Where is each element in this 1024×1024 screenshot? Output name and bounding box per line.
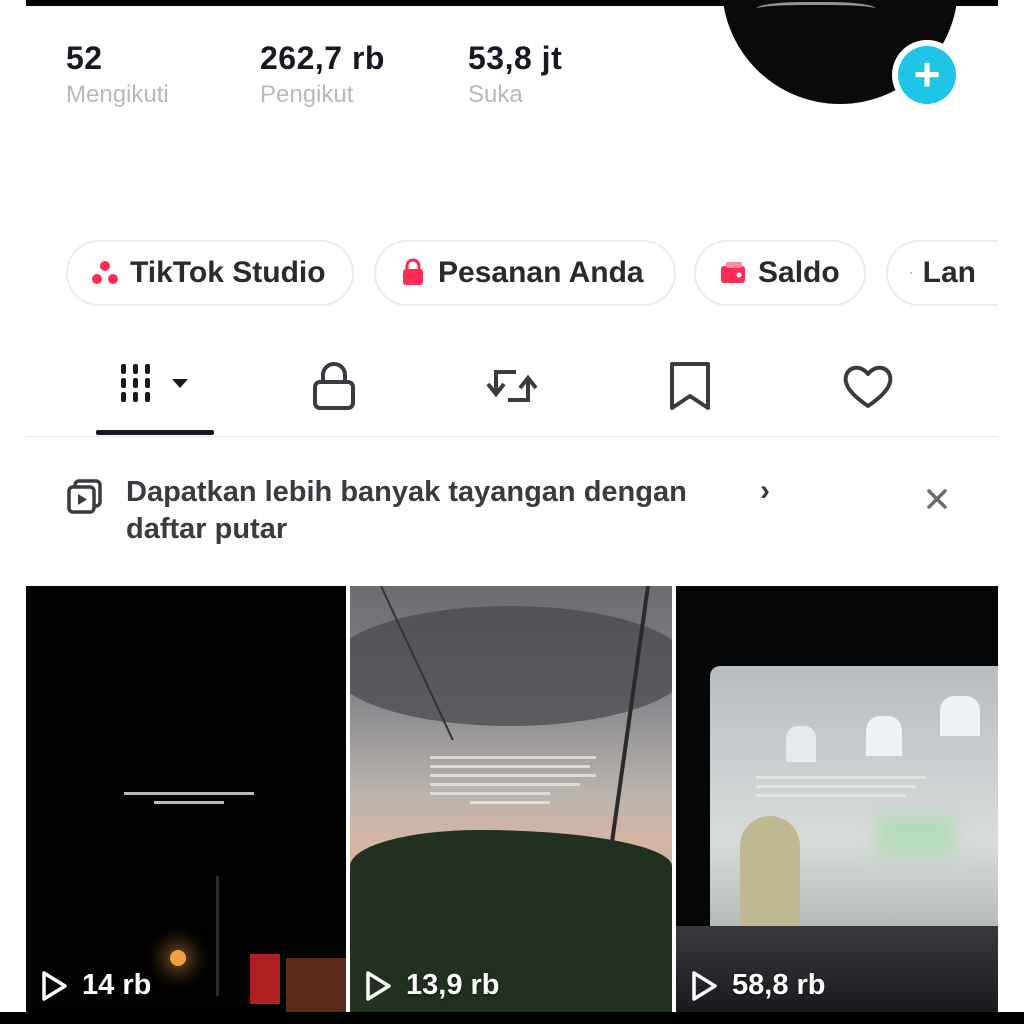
likes-stat[interactable]: 53,8 jt Suka [468,40,562,109]
active-tab-indicator [96,430,214,435]
light-pole [216,876,219,996]
green-light [876,816,956,856]
following-label: Mengikuti [66,81,169,108]
video-thumbnail-2[interactable]: 13,9 rb [350,586,672,1012]
video-1-caption-overlay [124,792,254,810]
heart-icon [843,365,893,408]
video-1-view-count: 14 rb [82,969,152,1001]
add-story-button[interactable]: + [892,40,962,110]
following-count: 52 [66,40,103,76]
playlist-banner-text[interactable]: Dapatkan lebih banyak tayangan dengan da… [126,474,766,548]
tiktok-studio-icon [92,261,118,284]
repost-icon [486,370,538,402]
your-orders-button[interactable]: Pesanan Anda [374,240,676,306]
avatar-artwork [756,2,876,19]
balance-button[interactable]: Saldo [694,240,866,306]
followers-count: 262,7 rb [260,40,385,76]
shopping-bag-icon [403,258,423,285]
right-frame-border [998,0,1024,1024]
your-orders-label: Pesanan Anda [438,256,644,289]
tiktok-studio-label: TikTok Studio [130,256,326,289]
plus-icon: + [898,46,956,104]
promote-label: Lan [922,256,976,289]
left-frame-border [0,0,26,1024]
video-3-views: 58,8 rb [690,969,826,1002]
video-thumbnail-1[interactable]: 14 rb [26,586,346,1012]
tab-liked[interactable] [838,356,898,416]
bottom-frame-border [0,1012,1024,1024]
tab-private[interactable] [304,356,364,416]
bookmark-icon [670,362,710,410]
building-window-2 [866,716,902,756]
balance-label: Saldo [758,256,840,289]
video-2-view-count: 13,9 rb [406,969,500,1001]
building-arch [740,816,800,926]
likes-count: 53,8 jt [468,40,563,76]
play-icon [692,970,717,1001]
video-thumbnail-3[interactable]: 58,8 rb [676,586,998,1012]
building-window-3 [786,726,816,762]
play-icon [42,970,67,1001]
playlist-icon [67,479,102,514]
shop-front [286,958,346,1012]
chevron-right-icon[interactable]: › [760,474,770,508]
promote-button[interactable]: Lan [886,240,998,306]
tab-reposts[interactable] [482,356,542,416]
video-1-views: 14 rb [40,969,151,1002]
red-sign [250,954,280,1004]
tab-videos-grid[interactable] [116,356,200,416]
play-icon [366,970,391,1001]
building-window-1 [940,696,980,736]
promote-icon [910,272,913,274]
video-3-view-count: 58,8 rb [732,969,826,1001]
wallet-icon [721,262,745,283]
video-3-caption-overlay [756,776,926,803]
video-2-caption-overlay [430,756,596,810]
likes-label: Suka [468,81,523,108]
video-2-views: 13,9 rb [364,969,500,1002]
tiktok-studio-button[interactable]: TikTok Studio [66,240,354,306]
close-icon[interactable] [920,482,954,516]
lock-icon [313,362,355,410]
following-stat[interactable]: 52 Mengikuti [66,40,169,109]
tab-favorites[interactable] [660,356,720,416]
followers-label: Pengikut [260,81,354,108]
street-light-glow [170,950,186,966]
tab-divider [26,436,998,437]
grid-icon [121,364,188,402]
followers-stat[interactable]: 262,7 rb Pengikut [260,40,385,109]
